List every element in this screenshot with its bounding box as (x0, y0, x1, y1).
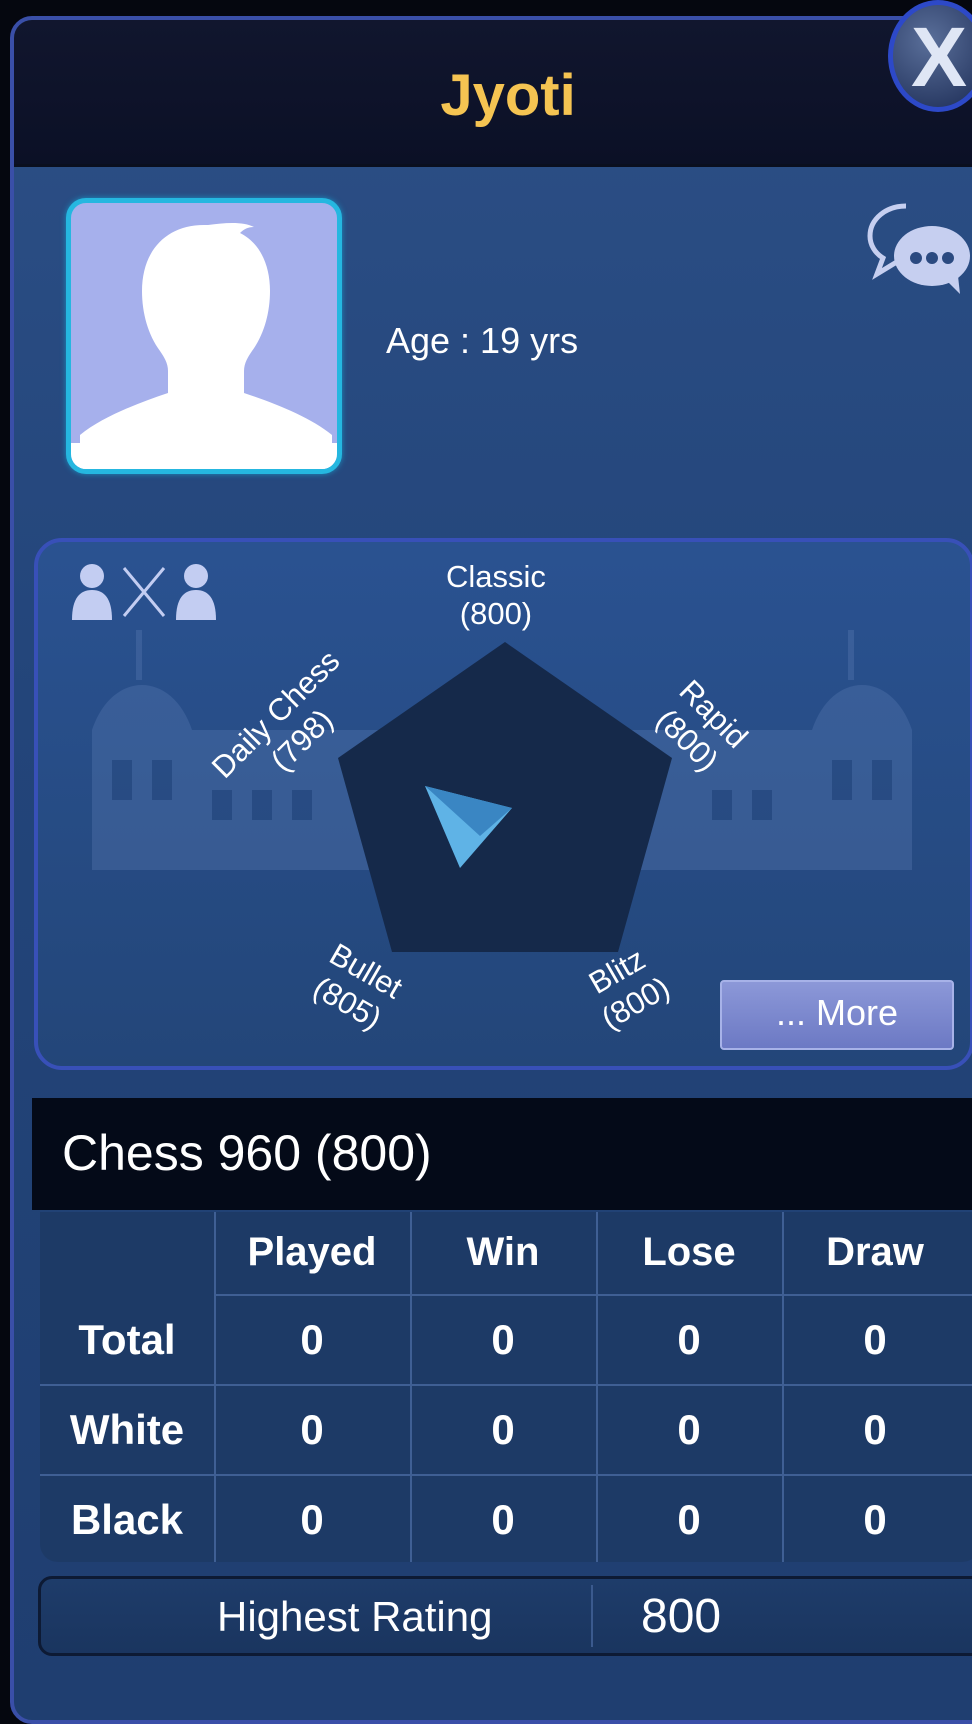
chat-icon[interactable] (866, 200, 972, 300)
white-lose: 0 (677, 1406, 701, 1453)
black-draw: 0 (863, 1496, 887, 1543)
col-draw: Draw (826, 1230, 924, 1274)
white-draw: 0 (863, 1406, 887, 1453)
rating-classic[interactable]: Classic (800) (446, 558, 546, 632)
row-label-total: Total (78, 1316, 176, 1363)
col-win: Win (466, 1230, 540, 1274)
total-lose: 0 (677, 1316, 701, 1363)
versus-icon (72, 564, 216, 620)
game-title: Chess 960 (800) (62, 1125, 432, 1181)
highest-rating-label: Highest Rating (217, 1593, 493, 1640)
black-win: 0 (491, 1496, 515, 1543)
black-played: 0 (300, 1496, 324, 1543)
title-bar: Jyoti (14, 20, 972, 167)
total-draw: 0 (863, 1316, 887, 1363)
game-title-bar: Chess 960 (800) (32, 1098, 972, 1210)
col-lose: Lose (642, 1230, 736, 1274)
black-lose: 0 (677, 1496, 701, 1543)
highest-rating-value: 800 (641, 1590, 722, 1643)
highest-rating-row: Highest Rating 800 (38, 1576, 972, 1656)
rating-pentagon (338, 642, 672, 952)
rating-classic-value: (800) (459, 596, 533, 631)
more-button[interactable]: ... More (720, 980, 954, 1050)
player-name-title: Jyoti (440, 63, 576, 128)
total-played: 0 (300, 1316, 324, 1363)
divider (591, 1585, 593, 1647)
white-played: 0 (300, 1406, 324, 1453)
row-label-white: White (69, 1406, 185, 1453)
rating-classic-name: Classic (446, 559, 546, 594)
stats-table: Played Win Lose Draw Total 0 0 0 0 White… (40, 1212, 972, 1562)
avatar (66, 198, 342, 474)
total-win: 0 (491, 1316, 515, 1363)
col-played: Played (247, 1230, 377, 1274)
close-icon[interactable]: X (911, 9, 967, 106)
age-text: Age : 19 yrs (386, 320, 579, 361)
row-label-black: Black (70, 1496, 184, 1543)
white-win: 0 (491, 1406, 515, 1453)
